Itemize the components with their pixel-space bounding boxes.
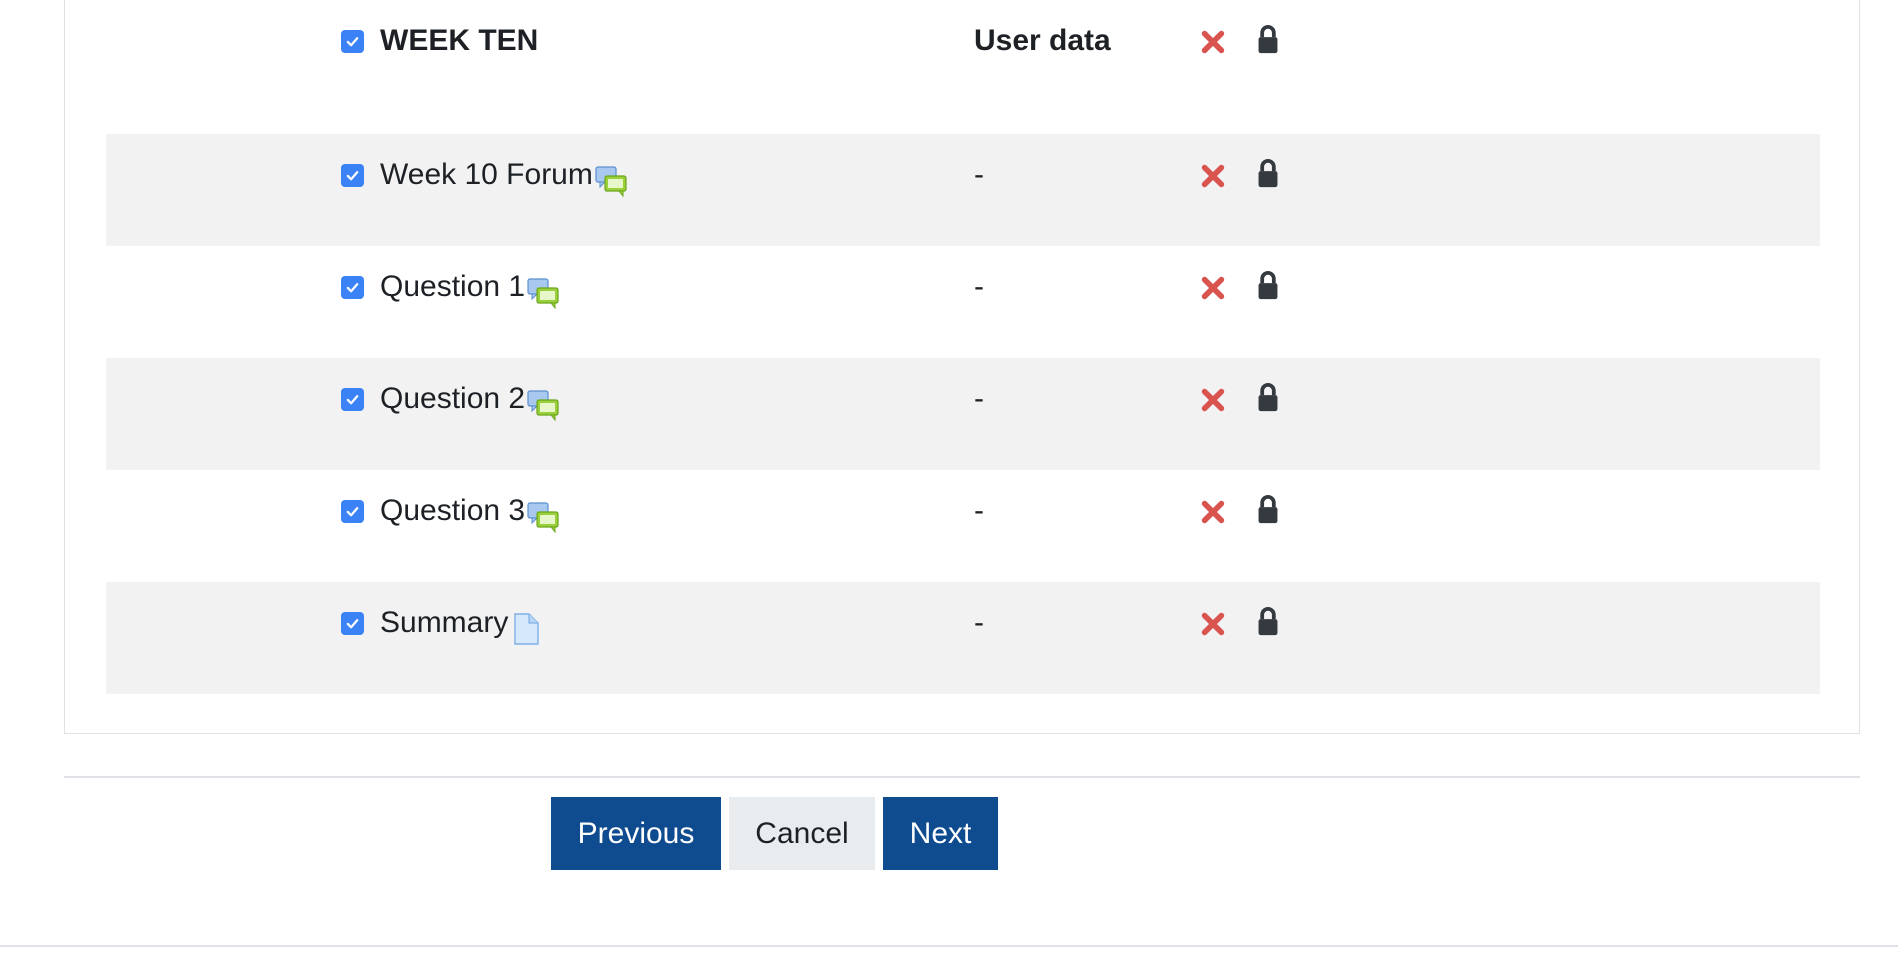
activity-checkbox[interactable] <box>341 388 364 411</box>
activity-checkbox[interactable] <box>341 612 364 635</box>
check-icon <box>346 395 359 405</box>
activity-name: Summary <box>380 604 543 645</box>
activity-userdata: - <box>974 382 984 415</box>
activity-row: Question 1 - <box>106 246 1820 358</box>
activity-label: Week 10 Forum <box>380 158 593 191</box>
activity-userdata: - <box>974 158 984 191</box>
forum-icon <box>595 164 628 198</box>
activity-name: Question 2 <box>380 380 560 422</box>
check-icon <box>346 507 359 517</box>
activity-label: Question 1 <box>380 270 526 303</box>
check-icon <box>346 619 359 629</box>
lock-icon <box>1258 25 1278 54</box>
x-mark-icon <box>1201 612 1225 636</box>
lock-icon <box>1258 271 1278 300</box>
x-mark-icon <box>1201 500 1225 524</box>
cancel-button[interactable]: Cancel <box>729 797 875 870</box>
activity-checkbox[interactable] <box>341 164 364 187</box>
activity-checkbox[interactable] <box>341 500 364 523</box>
lock-icon <box>1258 495 1278 524</box>
section-title: WEEK TEN <box>380 24 539 57</box>
form-divider <box>64 776 1860 778</box>
x-mark-icon <box>1201 276 1225 300</box>
check-icon <box>346 283 359 293</box>
lock-icon <box>1258 159 1278 188</box>
activity-label: Question 2 <box>380 382 526 415</box>
activity-name: Week 10 Forum <box>380 156 628 198</box>
activity-userdata: - <box>974 494 984 527</box>
activity-name: Question 1 <box>380 268 560 310</box>
section-checkbox[interactable] <box>341 30 364 53</box>
x-mark-icon <box>1201 30 1225 54</box>
next-button[interactable]: Next <box>883 797 998 870</box>
activity-row: Summary - <box>106 582 1820 694</box>
footer-divider <box>0 945 1898 947</box>
activity-checkbox[interactable] <box>341 276 364 299</box>
forum-icon <box>527 500 560 534</box>
previous-button[interactable]: Previous <box>551 797 721 870</box>
activity-row: Week 10 Forum - <box>106 134 1820 246</box>
check-icon <box>346 171 359 181</box>
check-icon <box>346 37 359 47</box>
forum-icon <box>527 388 560 422</box>
userdata-header: User data <box>974 24 1111 57</box>
page: WEEK TEN User data Week 10 Forum - Quest… <box>0 0 1898 954</box>
section-row: WEEK TEN User data <box>106 0 1820 112</box>
forum-icon <box>527 276 560 310</box>
activity-name: Question 3 <box>380 492 560 534</box>
activity-label: Summary <box>380 606 509 639</box>
x-mark-icon <box>1201 164 1225 188</box>
page-icon <box>510 612 543 646</box>
lock-icon <box>1258 607 1278 636</box>
activity-label: Question 3 <box>380 494 526 527</box>
lock-icon <box>1258 383 1278 412</box>
activity-row: Question 2 - <box>106 358 1820 470</box>
activity-row: Question 3 - <box>106 470 1820 582</box>
activity-userdata: - <box>974 606 984 639</box>
x-mark-icon <box>1201 388 1225 412</box>
activity-userdata: - <box>974 270 984 303</box>
